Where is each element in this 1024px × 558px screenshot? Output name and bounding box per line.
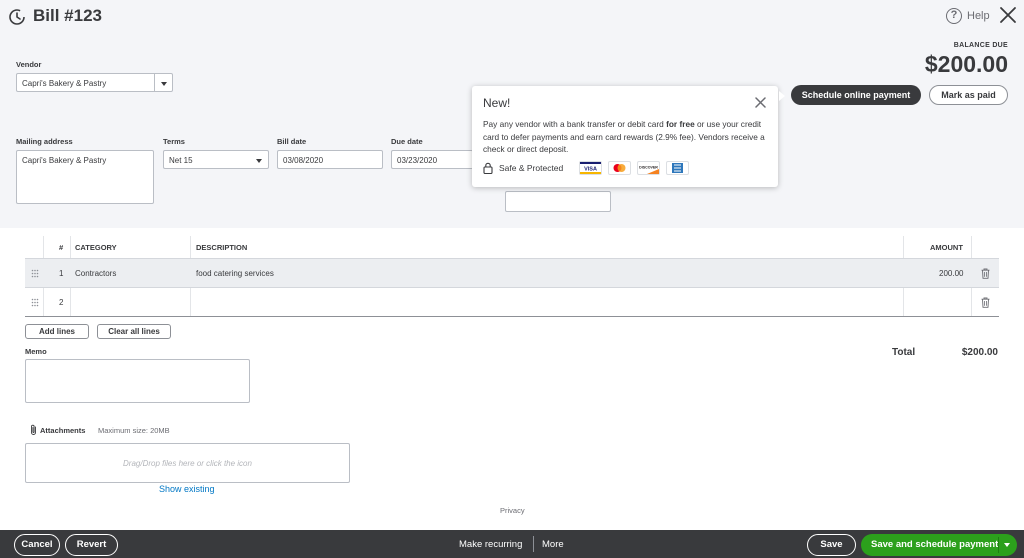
column-header-num: # xyxy=(59,243,64,252)
save-button[interactable]: Save xyxy=(807,534,856,556)
visa-card-icon: VISA xyxy=(579,161,602,175)
amex-card-icon xyxy=(666,161,689,175)
due-date-field[interactable]: 03/23/2020 xyxy=(391,150,473,169)
make-recurring-link[interactable]: Make recurring xyxy=(459,539,522,550)
balance-due-label: BALANCE DUE xyxy=(953,42,1008,49)
column-header-description: DESCRIPTION xyxy=(196,243,248,252)
popover-text: Pay any vendor with a bank transfer or d… xyxy=(483,118,768,156)
footer-bar: Cancel Revert Make recurring More Save S… xyxy=(0,530,1024,558)
due-date-label: Due date xyxy=(391,137,423,146)
terms-value: Net 15 xyxy=(169,156,193,165)
show-existing-link[interactable]: Show existing xyxy=(159,484,215,494)
popover-text-part: Pay any vendor with a bank transfer or d… xyxy=(483,119,667,129)
column-header-amount: AMOUNT xyxy=(930,243,963,252)
vendor-label: Vendor xyxy=(16,60,42,69)
recent-transactions-icon[interactable] xyxy=(8,8,26,26)
save-and-schedule-payment-button[interactable]: Save and schedule payment xyxy=(861,534,1017,556)
mailing-address-field[interactable]: Capri's Bakery & Pastry xyxy=(16,150,154,204)
privacy-link[interactable]: Privacy xyxy=(500,506,525,515)
popover-title: New! xyxy=(483,96,511,110)
attachments-max-size: Maximum size: 20MB xyxy=(98,426,170,435)
revert-button[interactable]: Revert xyxy=(65,534,118,556)
memo-label: Memo xyxy=(25,347,47,356)
attachment-drop-zone[interactable]: Drag/Drop files here or click the icon xyxy=(25,443,350,483)
chevron-down-icon[interactable] xyxy=(154,74,172,91)
popover-pointer xyxy=(779,91,785,101)
terms-label: Terms xyxy=(163,137,185,146)
mailing-address-label: Mailing address xyxy=(16,137,73,146)
safe-protected-label: Safe & Protected xyxy=(499,163,564,173)
save-and-schedule-label: Save and schedule payment xyxy=(871,539,999,550)
drop-zone-hint: Drag/Drop files here or click the icon xyxy=(123,459,252,468)
footer-divider xyxy=(533,536,534,552)
bill-date-field[interactable]: 03/08/2020 xyxy=(277,150,383,169)
online-payment-popover: New! Pay any vendor with a bank transfer… xyxy=(472,86,778,187)
schedule-online-payment-button[interactable]: Schedule online payment xyxy=(791,85,921,105)
more-link[interactable]: More xyxy=(542,539,564,550)
mastercard-icon xyxy=(608,161,631,175)
help-icon[interactable]: ? xyxy=(946,8,962,24)
add-lines-button[interactable]: Add lines xyxy=(25,324,89,339)
trash-icon[interactable] xyxy=(981,297,990,308)
close-icon[interactable] xyxy=(754,96,767,109)
bill-date-value: 03/08/2020 xyxy=(283,156,324,165)
row-amount[interactable]: 200.00 xyxy=(939,269,963,278)
bill-date-label: Bill date xyxy=(277,137,307,146)
visa-card-label: VISA xyxy=(584,167,597,173)
row-number: 1 xyxy=(59,269,64,278)
close-icon[interactable] xyxy=(998,5,1018,25)
row-category[interactable]: Contractors xyxy=(75,269,116,278)
trash-icon[interactable] xyxy=(981,268,990,279)
lock-icon xyxy=(483,162,493,174)
vendor-select[interactable]: Capri's Bakery & Pastry xyxy=(16,73,173,92)
total-value: $200.00 xyxy=(961,347,998,358)
memo-field[interactable] xyxy=(25,359,250,403)
attachments-label: Attachments xyxy=(40,426,86,435)
help-link[interactable]: Help xyxy=(967,10,990,22)
table-row[interactable]: 1 Contractors food catering services 200… xyxy=(25,259,999,288)
due-date-value: 03/23/2020 xyxy=(397,156,438,165)
split-divider xyxy=(998,537,999,553)
drag-handle-icon[interactable] xyxy=(31,269,39,278)
mark-as-paid-button[interactable]: Mark as paid xyxy=(929,85,1008,105)
bill-no-field[interactable] xyxy=(505,191,611,212)
chevron-down-icon[interactable] xyxy=(256,159,262,163)
chevron-down-icon[interactable] xyxy=(1004,543,1010,547)
mailing-address-value: Capri's Bakery & Pastry xyxy=(22,156,107,165)
balance-due-amount: $200.00 xyxy=(924,51,1008,77)
page-title: Bill #123 xyxy=(33,6,102,25)
terms-select[interactable]: Net 15 xyxy=(163,150,269,169)
discover-card-label: DISCOVER xyxy=(639,166,658,170)
table-header: # CATEGORY DESCRIPTION AMOUNT xyxy=(25,236,999,259)
drag-handle-icon[interactable] xyxy=(31,298,39,307)
table-row[interactable]: 2 xyxy=(25,288,999,317)
row-number: 2 xyxy=(59,298,64,307)
cancel-button[interactable]: Cancel xyxy=(14,534,60,556)
popover-text-bold: for free xyxy=(666,119,695,129)
column-header-category: CATEGORY xyxy=(75,243,117,252)
total-label: Total xyxy=(892,347,916,358)
discover-card-icon: DISCOVER xyxy=(637,161,660,175)
paperclip-icon[interactable] xyxy=(29,424,38,436)
vendor-value: Capri's Bakery & Pastry xyxy=(22,79,107,88)
clear-all-lines-button[interactable]: Clear all lines xyxy=(97,324,171,339)
row-description[interactable]: food catering services xyxy=(196,269,274,278)
